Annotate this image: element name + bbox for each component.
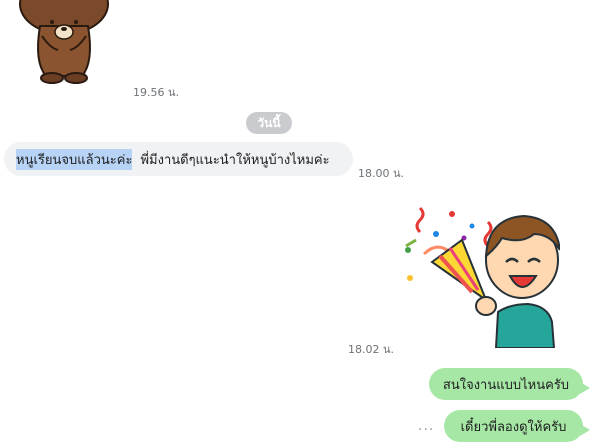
more-options-icon[interactable]: ... bbox=[418, 418, 434, 434]
outgoing-message[interactable]: เดี๋ยวพี่ลองดูให้ครับ bbox=[444, 410, 590, 442]
bubble-tail bbox=[580, 382, 590, 394]
message-time: 18.00 น. bbox=[358, 167, 405, 180]
message-text: เดี๋ยวพี่ลองดูให้ครับ bbox=[460, 419, 567, 435]
bubble-tail bbox=[580, 424, 590, 436]
incoming-message[interactable]: หนูเรียนจบแล้วนะค่ะ พี่มีงานดีๆแนะนำให้ห… bbox=[4, 142, 353, 176]
brown-bear-sticker[interactable] bbox=[16, 0, 112, 88]
message-time: 18.02 น. bbox=[348, 343, 395, 356]
boy-party-popper-sticker[interactable] bbox=[402, 200, 561, 349]
selected-text[interactable]: หนูเรียนจบแล้วนะค่ะ bbox=[16, 148, 133, 170]
outgoing-message[interactable]: สนใจงานแบบไหนครับ bbox=[429, 368, 590, 400]
message-text: สนใจงานแบบไหนครับ bbox=[442, 377, 570, 393]
message-text: พี่มีงานดีๆแนะนำให้หนูบ้างไหมค่ะ bbox=[140, 152, 330, 168]
message-time: 19.56 น. bbox=[133, 86, 180, 99]
date-divider: วันนี้ bbox=[246, 112, 292, 134]
